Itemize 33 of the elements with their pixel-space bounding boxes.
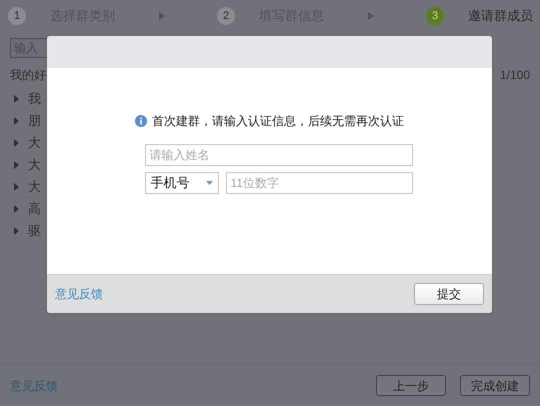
group-label[interactable]: 大 bbox=[28, 155, 41, 175]
phone-field[interactable]: 11位数字 bbox=[226, 172, 412, 194]
group-label[interactable]: 朋 bbox=[28, 111, 41, 131]
group-label[interactable]: 我 bbox=[28, 89, 41, 109]
id-type-dropdown[interactable]: 手机号 bbox=[144, 172, 218, 194]
expand-arrow-icon[interactable] bbox=[14, 227, 19, 235]
group-label[interactable]: 驱 bbox=[28, 221, 41, 241]
caret-icon bbox=[206, 181, 212, 185]
chevron-icon bbox=[159, 12, 165, 20]
expand-arrow-icon[interactable] bbox=[14, 205, 19, 213]
info-icon bbox=[135, 115, 147, 127]
member-count: 1/100 bbox=[500, 67, 530, 84]
chevron-icon bbox=[368, 12, 374, 20]
friends-heading: 我的好 bbox=[10, 67, 46, 84]
auth-message: 首次建群，请输入认证信息，后续无需再次认证 bbox=[152, 113, 404, 130]
expand-arrow-icon[interactable] bbox=[14, 139, 19, 147]
feedback-link[interactable]: 意见反馈 bbox=[10, 376, 58, 394]
group-label[interactable]: 高 bbox=[28, 199, 41, 219]
feedback-link[interactable]: 意见反馈 bbox=[55, 285, 103, 303]
footer-button[interactable]: 完成创建 bbox=[460, 375, 530, 396]
submit-button[interactable]: 提交 bbox=[414, 283, 484, 305]
footer-button[interactable]: 上一步 bbox=[376, 375, 446, 396]
step-number: 2 bbox=[217, 7, 235, 25]
step-label: 邀请群成员 bbox=[468, 7, 533, 26]
expand-arrow-icon[interactable] bbox=[14, 183, 19, 191]
expand-arrow-icon[interactable] bbox=[14, 95, 19, 103]
step-number: 1 bbox=[8, 7, 26, 25]
step-number: 3 bbox=[426, 7, 444, 25]
name-field[interactable]: 请输入姓名 bbox=[144, 144, 412, 166]
group-label[interactable]: 大 bbox=[28, 177, 41, 197]
expand-arrow-icon[interactable] bbox=[14, 161, 19, 169]
group-label[interactable]: 大 bbox=[28, 133, 41, 153]
expand-arrow-icon[interactable] bbox=[14, 117, 19, 125]
